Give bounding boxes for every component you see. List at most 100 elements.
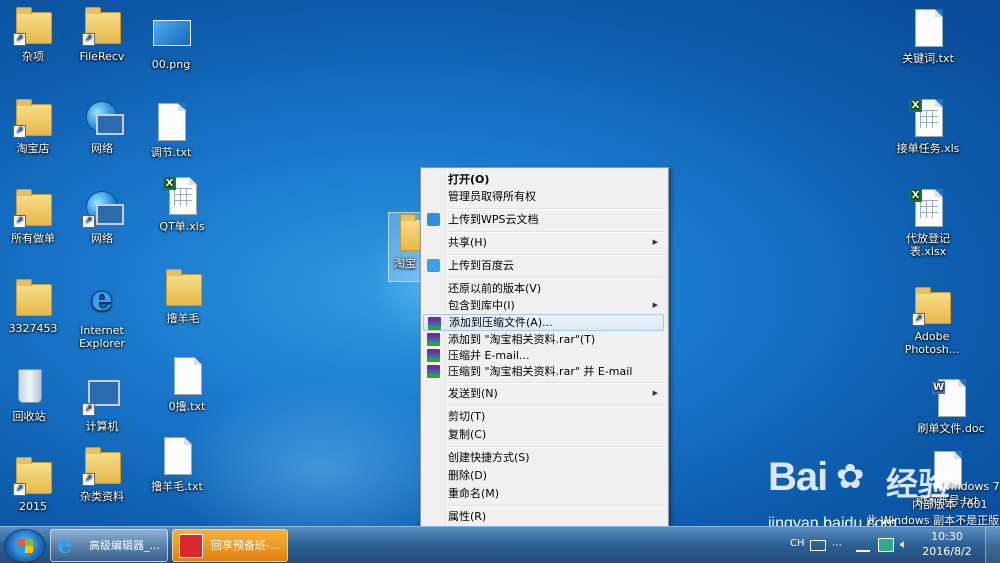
taskbar-button-label: 回享预备班-... bbox=[211, 539, 281, 552]
desktop-icon-network[interactable]: ↗ 网络 bbox=[67, 188, 137, 245]
winrar-icon bbox=[428, 317, 441, 330]
desktop-icon-folder[interactable]: ↗ FileRecv bbox=[67, 6, 137, 63]
start-button[interactable] bbox=[4, 529, 46, 563]
menu-item-compress-rar-email[interactable]: 压缩到 "淘宝相关资料.rar" 并 E-mail bbox=[423, 363, 664, 380]
desktop-icon-txt[interactable]: 0撸.txt bbox=[152, 356, 222, 413]
monitor-icon bbox=[96, 114, 124, 135]
desktop-icon-folder[interactable]: ↗ 杂类资料 bbox=[67, 446, 137, 503]
baidu-cloud-icon bbox=[427, 259, 440, 272]
taskbar-button-browser[interactable]: e 高级编辑器_... bbox=[50, 529, 168, 562]
desktop-icon-folder[interactable]: 3327453 bbox=[0, 278, 68, 335]
taskbar-button-app[interactable]: 回享预备班-... bbox=[172, 529, 288, 562]
grid-icon bbox=[920, 110, 938, 128]
desktop-icon-folder[interactable]: 撸羊毛 bbox=[148, 268, 218, 325]
ime-indicator[interactable]: CH bbox=[790, 538, 805, 549]
internet-explorer-icon: e bbox=[57, 530, 73, 559]
menu-item-include-library[interactable]: 包含到库中(I) ▶ bbox=[423, 297, 664, 314]
keyboard-icon[interactable] bbox=[810, 540, 826, 551]
desktop-icon-doc[interactable]: W 刷单文件.doc bbox=[916, 378, 986, 435]
volume-icon[interactable]: 🔈︎ bbox=[900, 537, 907, 552]
text-file-icon bbox=[915, 9, 943, 47]
menu-item-label: 创建快捷方式(S) bbox=[448, 451, 530, 464]
menu-item-delete[interactable]: 删除(D) bbox=[423, 467, 664, 484]
wps-cloud-icon bbox=[427, 213, 440, 226]
shortcut-arrow-icon: ↗ bbox=[13, 125, 26, 138]
app-icon bbox=[179, 534, 203, 558]
menu-item-restore-versions[interactable]: 还原以前的版本(V) bbox=[423, 280, 664, 297]
menu-item-add-to-rar[interactable]: 添加到 "淘宝相关资料.rar"(T) bbox=[423, 331, 664, 348]
desktop-icon-label: 关键词.txt bbox=[902, 52, 954, 65]
desktop-icon-folder[interactable]: ↗ 杂项 bbox=[0, 6, 68, 63]
winrar-icon bbox=[427, 333, 440, 346]
menu-separator bbox=[448, 254, 664, 256]
desktop-icon-image[interactable]: 00.png bbox=[136, 14, 206, 71]
desktop-icon-network[interactable]: 网络 bbox=[67, 98, 137, 155]
desktop-icon-txt[interactable]: 调节.txt bbox=[136, 102, 206, 159]
desktop-icon-folder[interactable]: ↗ Adobe Photosh... bbox=[897, 286, 967, 356]
desktop-icon-txt[interactable]: 撸羊毛.txt bbox=[142, 436, 212, 493]
jingyan-url: jingyan.baidu.com bbox=[768, 515, 897, 526]
system-clock[interactable]: 10:30 2016/8/2 bbox=[918, 529, 976, 559]
menu-item-open[interactable]: 打开(O) bbox=[423, 171, 664, 188]
submenu-arrow-icon: ▶ bbox=[652, 238, 658, 246]
menu-item-label: 删除(D) bbox=[448, 469, 488, 482]
desktop-icon-label: 00.png bbox=[151, 58, 191, 71]
tray-dots-icon[interactable]: ⋯ bbox=[832, 540, 842, 551]
shortcut-arrow-icon: ↗ bbox=[13, 483, 26, 496]
desktop-icon-label: 撸羊毛 bbox=[166, 312, 200, 325]
desktop-icon-xls[interactable]: X 代放登记表.xlsx bbox=[893, 188, 963, 258]
desktop[interactable]: ↗ 杂项 ↗ FileRecv 00.png ↗ 淘宝店 网络 调节.txt ↗… bbox=[0, 0, 1000, 526]
desktop-icon-computer[interactable]: ↗ 计算机 bbox=[67, 376, 137, 433]
shortcut-arrow-icon: ↗ bbox=[912, 313, 925, 326]
desktop-icon-label: QT单.xls bbox=[159, 220, 205, 233]
menu-item-label: 重命名(M) bbox=[448, 487, 500, 500]
desktop-icon-txt[interactable]: 关键词.txt bbox=[893, 8, 963, 65]
menu-item-label: 上传到WPS云文档 bbox=[448, 213, 539, 226]
menu-item-cut[interactable]: 剪切(T) bbox=[423, 408, 664, 425]
shortcut-arrow-icon: ↗ bbox=[82, 403, 95, 416]
menu-item-share[interactable]: 共享(H) ▶ bbox=[423, 234, 664, 251]
excel-badge-icon: X bbox=[909, 99, 922, 112]
desktop-icon-selected-folder[interactable]: 淘宝 bbox=[388, 212, 422, 282]
tray-app-icon[interactable] bbox=[878, 538, 894, 552]
desktop-icon-internet-explorer[interactable]: e Internet Explorer bbox=[67, 280, 137, 350]
menu-item-label: 还原以前的版本(V) bbox=[448, 282, 542, 295]
menu-item-send-to[interactable]: 发送到(N) ▶ bbox=[423, 385, 664, 402]
desktop-icon-label: 代放登记表.xlsx bbox=[906, 232, 950, 258]
menu-item-properties[interactable]: 属性(R) bbox=[423, 508, 664, 525]
desktop-icon-xls[interactable]: X QT单.xls bbox=[147, 176, 217, 233]
menu-item-label: 添加到压缩文件(A)... bbox=[449, 316, 553, 329]
menu-item-add-to-archive[interactable]: 添加到压缩文件(A)... bbox=[423, 314, 664, 331]
shortcut-arrow-icon: ↗ bbox=[82, 473, 95, 486]
menu-item-upload-wps[interactable]: 上传到WPS云文档 bbox=[423, 211, 664, 228]
menu-separator bbox=[448, 208, 664, 210]
menu-separator bbox=[448, 505, 664, 507]
text-file-icon bbox=[158, 103, 186, 141]
menu-item-label: 压缩并 E-mail... bbox=[448, 349, 530, 362]
menu-separator bbox=[448, 277, 664, 279]
menu-item-take-ownership[interactable]: 管理员取得所有权 bbox=[423, 188, 664, 205]
baidu-paw-icon: ✿ bbox=[836, 457, 865, 497]
desktop-icon-folder[interactable]: ↗ 2015 bbox=[0, 456, 68, 513]
menu-item-upload-baidu[interactable]: 上传到百度云 bbox=[423, 257, 664, 274]
desktop-icon-label: 调节.txt bbox=[150, 146, 192, 159]
desktop-icon-label: Adobe Photosh... bbox=[904, 330, 960, 356]
network-signal-icon[interactable] bbox=[856, 537, 870, 552]
menu-item-rename[interactable]: 重命名(M) bbox=[423, 485, 664, 502]
submenu-arrow-icon: ▶ bbox=[652, 389, 658, 397]
menu-item-compress-email[interactable]: 压缩并 E-mail... bbox=[423, 347, 664, 364]
taskbar: e 高级编辑器_... 回享预备班-... CH ⋯ 🔈︎ 10:30 2016… bbox=[0, 526, 1000, 563]
desktop-icon-recycle-bin[interactable]: 回收站 bbox=[0, 366, 64, 423]
show-desktop-button[interactable] bbox=[985, 527, 1000, 563]
menu-item-copy[interactable]: 复制(C) bbox=[423, 426, 664, 443]
text-file-icon bbox=[174, 357, 202, 395]
menu-separator bbox=[448, 405, 664, 407]
desktop-icon-folder[interactable]: ↗ 所有做单 bbox=[0, 188, 68, 245]
jingyan-text: 经验 bbox=[886, 465, 951, 503]
internet-explorer-icon: e bbox=[91, 279, 113, 319]
desktop-icon-label: Internet Explorer bbox=[79, 324, 125, 350]
desktop-icon-xls[interactable]: X 接单任务.xls bbox=[893, 98, 963, 155]
menu-item-create-shortcut[interactable]: 创建快捷方式(S) bbox=[423, 449, 664, 466]
folder-icon bbox=[166, 269, 202, 306]
desktop-icon-folder[interactable]: ↗ 淘宝店 bbox=[0, 98, 68, 155]
